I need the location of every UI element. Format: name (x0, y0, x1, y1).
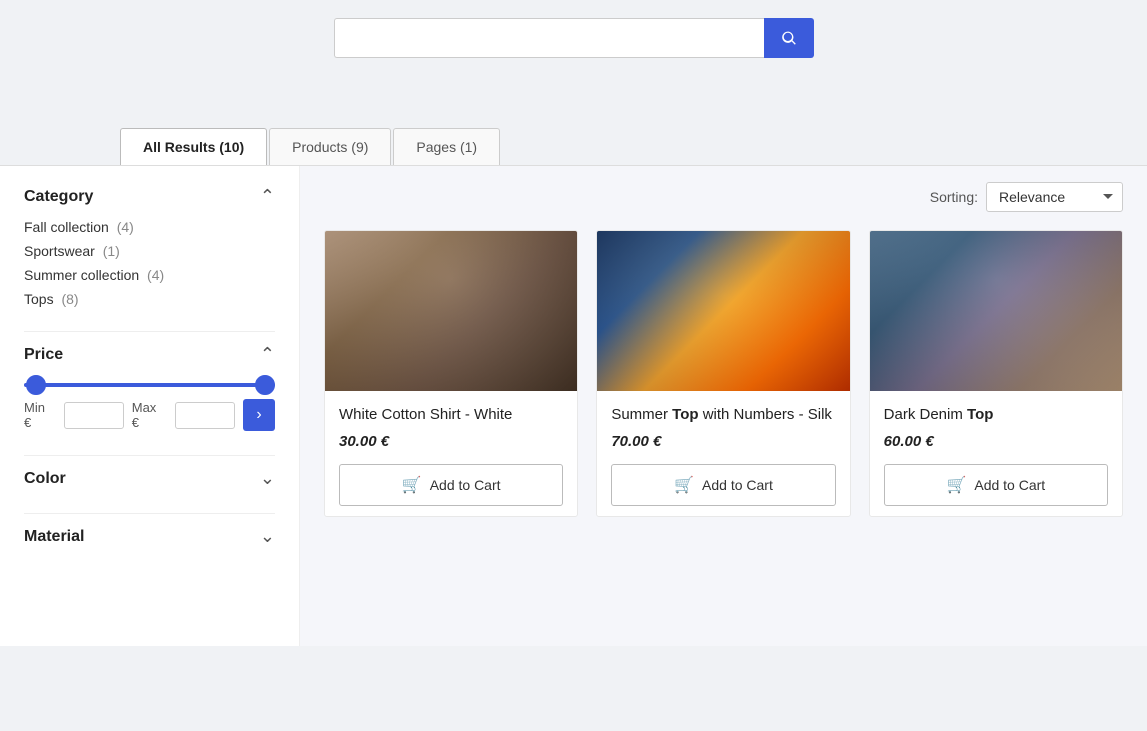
range-fill (24, 383, 275, 387)
category-fall-count: (4) (117, 219, 134, 235)
category-tops-count: (8) (61, 291, 78, 307)
product-price-3: 60.00 € (884, 433, 1108, 450)
product-name-1: White Cotton Shirt - White (339, 405, 563, 425)
price-section: Price ⌃ Min € 30 Max € 80 › (24, 344, 275, 431)
add-to-cart-label-3: Add to Cart (974, 477, 1045, 493)
product-body-2: Summer Top with Numbers - Silk 70.00 € 🛒… (597, 391, 849, 516)
category-section: Category ⌃ Fall collection (4) Sportswea… (24, 186, 275, 307)
price-chevron-icon: ⌃ (260, 344, 275, 365)
color-chevron-icon: ⌄ (260, 468, 275, 489)
cart-icon-1: 🛒 (402, 475, 422, 495)
add-to-cart-button-3[interactable]: 🛒 Add to Cart (884, 464, 1108, 506)
products-area: Sorting: Relevance Price Low-High Price … (300, 166, 1147, 646)
products-grid: White Cotton Shirt - White 30.00 € 🛒 Add… (324, 230, 1123, 517)
category-title: Category (24, 188, 93, 206)
category-fall-collection[interactable]: Fall collection (4) (24, 219, 275, 235)
product-name-3-pre: Dark Denim (884, 406, 967, 423)
search-input[interactable]: top (334, 18, 764, 58)
price-min-input[interactable]: 30 (64, 402, 124, 429)
category-sportswear[interactable]: Sportswear (1) (24, 243, 275, 259)
search-button[interactable] (764, 18, 814, 58)
price-min-label: Min € (24, 400, 56, 430)
price-header[interactable]: Price ⌃ (24, 344, 275, 365)
search-icon (780, 29, 798, 47)
add-to-cart-button-1[interactable]: 🛒 Add to Cart (339, 464, 563, 506)
product-name-2: Summer Top with Numbers - Silk (611, 405, 835, 425)
product-card-1: White Cotton Shirt - White 30.00 € 🛒 Add… (324, 230, 578, 517)
sidebar-divider-3 (24, 513, 275, 514)
category-summer-collection[interactable]: Summer collection (4) (24, 267, 275, 283)
product-name-1-text: White Cotton Shirt - White (339, 406, 512, 423)
range-thumb-min[interactable] (26, 375, 46, 395)
category-fall-label: Fall collection (24, 219, 109, 235)
color-header[interactable]: Color ⌄ (24, 468, 275, 489)
category-chevron-icon: ⌃ (260, 186, 275, 207)
sidebar-divider-1 (24, 331, 275, 332)
category-header[interactable]: Category ⌃ (24, 186, 275, 207)
material-chevron-icon: ⌄ (260, 526, 275, 547)
category-tops-label: Tops (24, 291, 54, 307)
product-card-2: Summer Top with Numbers - Silk 70.00 € 🛒… (596, 230, 850, 517)
product-name-2-post: with Numbers - Silk (699, 406, 832, 423)
product-card-3: Dark Denim Top 60.00 € 🛒 Add to Cart (869, 230, 1123, 517)
product-body-1: White Cotton Shirt - White 30.00 € 🛒 Add… (325, 391, 577, 516)
search-wrapper: top (334, 18, 814, 58)
tab-products[interactable]: Products (9) (269, 128, 391, 165)
price-max-input[interactable]: 80 (175, 402, 235, 429)
product-name-3-bold: Top (967, 406, 993, 423)
add-to-cart-label-1: Add to Cart (430, 477, 501, 493)
products-top-bar: Sorting: Relevance Price Low-High Price … (324, 182, 1123, 212)
color-section: Color ⌄ (24, 468, 275, 489)
product-name-3: Dark Denim Top (884, 405, 1108, 425)
material-title: Material (24, 528, 84, 546)
main-layout: Category ⌃ Fall collection (4) Sportswea… (0, 166, 1147, 646)
category-sportswear-count: (1) (103, 243, 120, 259)
category-summer-count: (4) (147, 267, 164, 283)
range-track (24, 383, 275, 387)
product-price-2: 70.00 € (611, 433, 835, 450)
product-name-2-pre: Summer (611, 406, 672, 423)
material-header[interactable]: Material ⌄ (24, 526, 275, 547)
sorting-select[interactable]: Relevance Price Low-High Price High-Low … (986, 182, 1123, 212)
product-image-3 (870, 231, 1122, 391)
add-to-cart-button-2[interactable]: 🛒 Add to Cart (611, 464, 835, 506)
sorting-label: Sorting: (930, 189, 978, 205)
tabs-section: All Results (10) Products (9) Pages (1) (0, 68, 1147, 166)
range-thumb-max[interactable] (255, 375, 275, 395)
add-to-cart-label-2: Add to Cart (702, 477, 773, 493)
price-title: Price (24, 346, 63, 364)
product-body-3: Dark Denim Top 60.00 € 🛒 Add to Cart (870, 391, 1122, 516)
cart-icon-2: 🛒 (674, 475, 694, 495)
color-title: Color (24, 470, 66, 488)
product-price-1: 30.00 € (339, 433, 563, 450)
tab-all-results[interactable]: All Results (10) (120, 128, 267, 165)
price-inputs: Min € 30 Max € 80 › (24, 399, 275, 431)
sidebar-divider-2 (24, 455, 275, 456)
price-max-label: Max € (132, 400, 167, 430)
material-section: Material ⌄ (24, 526, 275, 547)
product-image-2 (597, 231, 849, 391)
search-bar: top (0, 0, 1147, 68)
category-summer-label: Summer collection (24, 267, 139, 283)
price-slider: Min € 30 Max € 80 › (24, 383, 275, 431)
product-name-2-bold: Top (672, 406, 698, 423)
price-apply-button[interactable]: › (243, 399, 275, 431)
sidebar: Category ⌃ Fall collection (4) Sportswea… (0, 166, 300, 646)
category-tops[interactable]: Tops (8) (24, 291, 275, 307)
category-sportswear-label: Sportswear (24, 243, 95, 259)
tab-pages[interactable]: Pages (1) (393, 128, 500, 165)
cart-icon-3: 🛒 (946, 475, 966, 495)
product-image-1 (325, 231, 577, 391)
